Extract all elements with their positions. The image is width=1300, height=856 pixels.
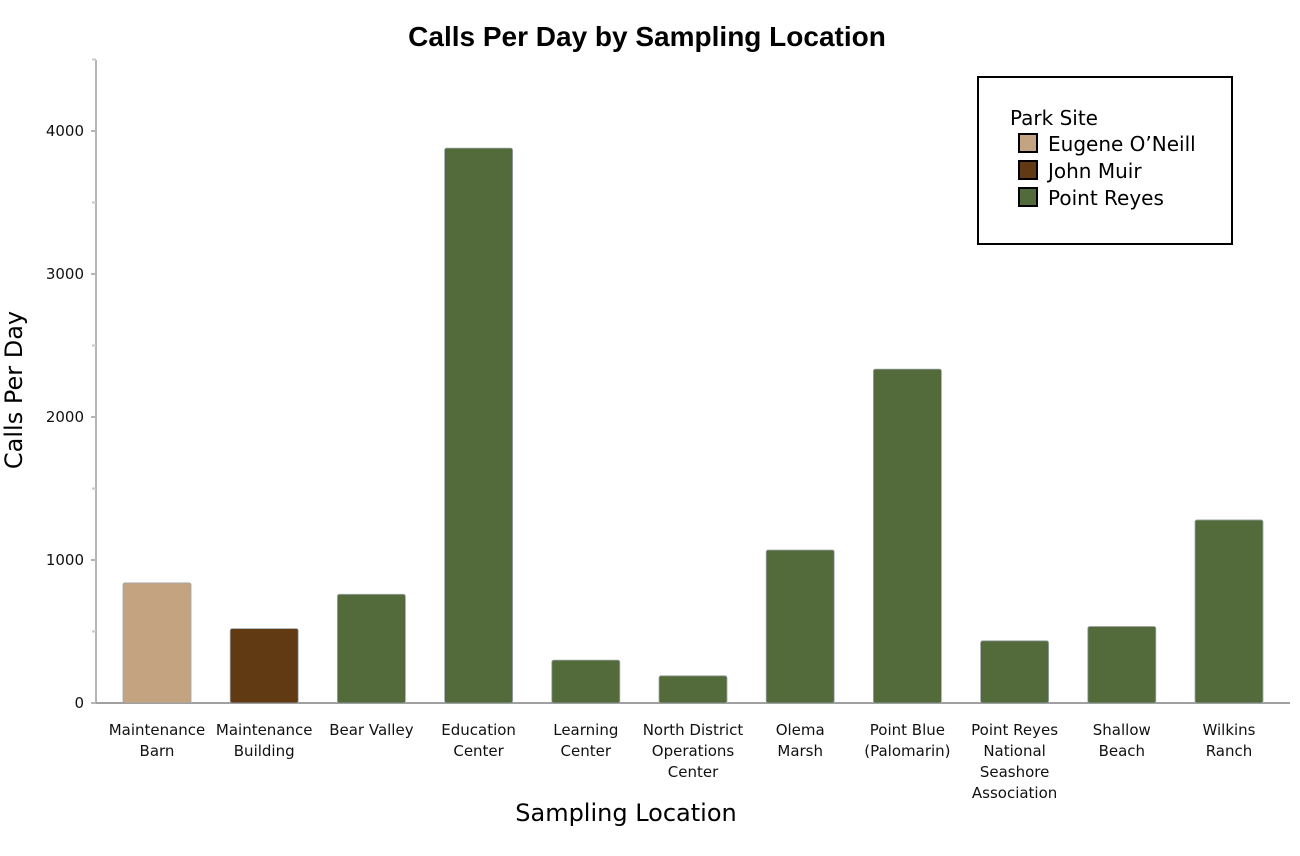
x-tick-label: Building xyxy=(234,742,295,760)
y-tick-label: 2000 xyxy=(46,408,84,426)
bar xyxy=(122,582,192,704)
x-tick-label: Center xyxy=(561,742,612,760)
x-tick-label: Association xyxy=(972,784,1057,802)
x-tick-label: Education xyxy=(441,721,516,739)
bar xyxy=(658,675,728,704)
bar xyxy=(1087,626,1157,704)
x-tick-label: Ranch xyxy=(1206,742,1253,760)
legend-label: John Muir xyxy=(1046,159,1142,183)
y-tick-label: 1000 xyxy=(46,551,84,569)
bar xyxy=(551,659,621,704)
bar xyxy=(444,147,514,704)
y-tick-label: 4000 xyxy=(46,122,84,140)
bar xyxy=(980,640,1049,704)
chart-title: Calls Per Day by Sampling Location xyxy=(408,21,886,52)
legend-label: Eugene O’Neill xyxy=(1048,132,1196,156)
bar xyxy=(765,549,835,704)
bar xyxy=(1194,519,1264,704)
bar xyxy=(873,368,942,704)
x-tick-label: National xyxy=(983,742,1046,760)
x-tick-label: Maintenance xyxy=(216,721,313,739)
y-tick-label: 0 xyxy=(74,694,84,712)
x-tick-label: Marsh xyxy=(777,742,823,760)
x-tick-label: Center xyxy=(668,763,719,781)
x-tick-label: Seashore xyxy=(980,763,1050,781)
x-tick-label: Beach xyxy=(1099,742,1145,760)
legend-swatch xyxy=(1018,160,1038,180)
x-tick-label: Point Blue xyxy=(870,721,945,739)
legend-label: Point Reyes xyxy=(1048,186,1164,210)
x-tick-label: Bear Valley xyxy=(329,721,413,739)
legend-title: Park Site xyxy=(1010,106,1098,130)
x-tick-label: Operations xyxy=(652,742,735,760)
bar xyxy=(229,628,299,704)
legend: Park Site Eugene O’Neill John Muir Point R… xyxy=(977,76,1233,245)
bar-chart: Calls Per Day by Sampling Location Calls… xyxy=(0,21,1290,827)
x-tick-label: (Palomarin) xyxy=(864,742,950,760)
x-axis-tick-labels: Maintenance Barn Maintenance Building Bear V… xyxy=(109,721,1256,802)
legend-swatch xyxy=(1018,133,1038,153)
bar xyxy=(336,593,406,704)
x-tick-label: Olema xyxy=(776,721,825,739)
y-axis-label: Calls Per Day xyxy=(0,311,28,469)
x-tick-label: Shallow xyxy=(1093,721,1151,739)
legend-swatch xyxy=(1018,187,1038,207)
y-axis-ticks: 0 1000 2000 3000 4000 xyxy=(46,58,96,712)
x-tick-label: North District xyxy=(643,721,744,739)
x-tick-label: Point Reyes xyxy=(971,721,1058,739)
x-tick-label: Learning xyxy=(553,721,618,739)
x-tick-label: Center xyxy=(453,742,504,760)
x-axis-label: Sampling Location xyxy=(515,799,736,827)
x-tick-label: Barn xyxy=(140,742,175,760)
x-tick-label: Maintenance xyxy=(109,721,206,739)
y-tick-label: 3000 xyxy=(46,265,84,283)
x-tick-label: Wilkins xyxy=(1202,721,1255,739)
